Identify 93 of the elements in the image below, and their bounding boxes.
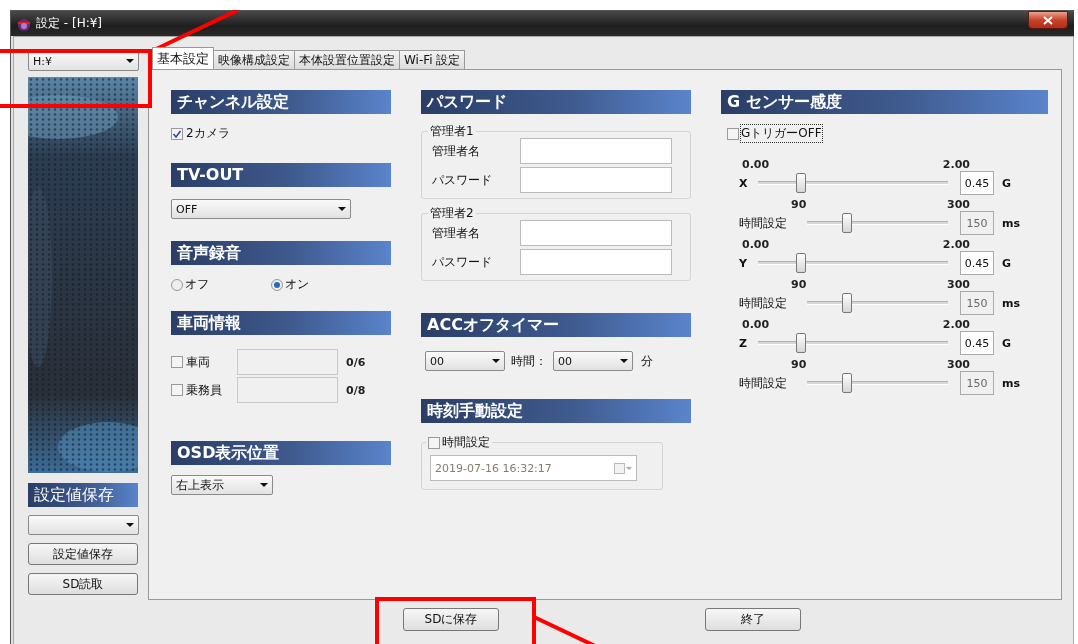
section-heading: ACCオフタイマー: [421, 313, 691, 337]
close-button[interactable]: [1028, 11, 1068, 29]
section-heading: 時刻手動設定: [421, 399, 691, 423]
checkbox-label: 時間設定: [442, 434, 490, 451]
unit-label: ms: [1002, 296, 1021, 310]
unit-label: G: [1002, 336, 1013, 350]
field-label: 管理者名: [432, 142, 481, 160]
char-count: 0/6: [346, 355, 366, 369]
close-icon: [1043, 15, 1053, 25]
range-max-label: 2.00: [942, 238, 970, 251]
dropdown[interactable]: [28, 515, 139, 535]
radio-label: オフ: [185, 276, 209, 293]
dropdown[interactable]: 右上表示: [171, 475, 273, 495]
text-field[interactable]: [237, 377, 338, 403]
text-field[interactable]: [237, 349, 338, 375]
range-min-label: 90: [791, 358, 807, 371]
text-field[interactable]: [520, 167, 672, 193]
unit-label: G: [1002, 176, 1013, 190]
checkbox[interactable]: [171, 384, 183, 396]
section-heading: パスワード: [421, 90, 691, 114]
caret-icon: [126, 523, 134, 527]
app-icon: [17, 16, 31, 31]
dropdown[interactable]: 00: [553, 351, 633, 371]
unit-label: ms: [1002, 216, 1021, 230]
caret-icon: [338, 207, 346, 211]
section-heading: 車両情報: [171, 311, 391, 335]
field-label: 管理者名: [432, 224, 481, 242]
unit-label: ms: [1002, 376, 1021, 390]
text-field[interactable]: [520, 249, 672, 275]
field-label: 時間設定: [739, 214, 788, 232]
text-field[interactable]: [520, 220, 672, 246]
unit-label: 分: [641, 352, 653, 370]
field-label: 時間設定: [739, 294, 788, 312]
checkbox-label: GトリガーOFF: [740, 124, 823, 143]
checkbox-label: 車両: [186, 353, 210, 371]
field-label: パスワード: [432, 171, 493, 189]
field-label: 時間：: [511, 352, 547, 370]
section-heading: 設定値保存: [28, 483, 138, 507]
radio-button[interactable]: [171, 278, 183, 291]
checkbox[interactable]: [171, 356, 183, 368]
slider-thumb[interactable]: [795, 173, 806, 193]
checkbox-label: 乗務員: [186, 381, 222, 399]
tab[interactable]: 基本設定: [152, 47, 214, 69]
caret-icon: [620, 359, 628, 363]
dropdown[interactable]: OFF: [171, 199, 351, 219]
radio-button[interactable]: [271, 278, 283, 291]
number-field[interactable]: 0.45: [960, 171, 994, 195]
drive-dropdown[interactable]: H:¥: [28, 51, 139, 71]
char-count: 0/8: [346, 383, 366, 397]
radio-label: オン: [285, 276, 309, 293]
section-heading: TV-OUT: [171, 163, 391, 187]
sidebar-button[interactable]: SD読取: [28, 573, 138, 595]
range-max-label: 300: [947, 278, 970, 291]
axis-label: Z: [739, 336, 748, 350]
unit-label: G: [1002, 256, 1013, 270]
sidebar-button[interactable]: 設定値保存: [28, 543, 138, 565]
section-heading: OSD表示位置: [171, 441, 391, 465]
section-heading: 音声録音: [171, 241, 391, 265]
axis-label: Y: [739, 256, 748, 270]
caret-icon: [492, 359, 500, 363]
range-min-label: 0.00: [742, 238, 770, 251]
range-max-label: 2.00: [942, 318, 970, 331]
axis-label: X: [739, 176, 749, 190]
group-title: 管理者1: [428, 123, 476, 140]
footer-button[interactable]: 終了: [705, 608, 801, 631]
slider-thumb[interactable]: [795, 333, 806, 353]
number-field[interactable]: 0.45: [960, 331, 994, 355]
footer-button[interactable]: SDに保存: [403, 608, 499, 631]
group-title: 管理者2: [428, 205, 476, 222]
checkbox-label: 2カメラ: [186, 125, 230, 142]
range-min-label: 0.00: [742, 158, 770, 171]
section-heading: G センサー感度: [721, 90, 1048, 114]
range-min-label: 90: [791, 198, 807, 211]
text-field[interactable]: [520, 138, 672, 164]
section-heading: チャンネル設定: [171, 90, 391, 114]
field-label: 時間設定: [739, 374, 788, 392]
slider-thumb[interactable]: [795, 253, 806, 273]
dropdown[interactable]: 00: [425, 351, 505, 371]
window-title: 設定 - [H:¥]: [36, 15, 103, 32]
checked-checkbox[interactable]: [171, 127, 183, 140]
tab[interactable]: 本体設置位置設定: [294, 50, 400, 69]
range-max-label: 2.00: [942, 158, 970, 171]
number-field[interactable]: 0.45: [960, 251, 994, 275]
range-max-label: 300: [947, 358, 970, 371]
range-min-label: 0.00: [742, 318, 770, 331]
range-min-label: 90: [791, 278, 807, 291]
caret-icon: [260, 483, 268, 487]
field-label: パスワード: [432, 253, 493, 271]
caret-icon: [126, 59, 134, 63]
tab[interactable]: Wi-Fi 設定: [399, 50, 466, 69]
range-max-label: 300: [947, 198, 970, 211]
tab[interactable]: 映像構成設定: [213, 50, 295, 69]
checkbox[interactable]: [727, 127, 739, 140]
